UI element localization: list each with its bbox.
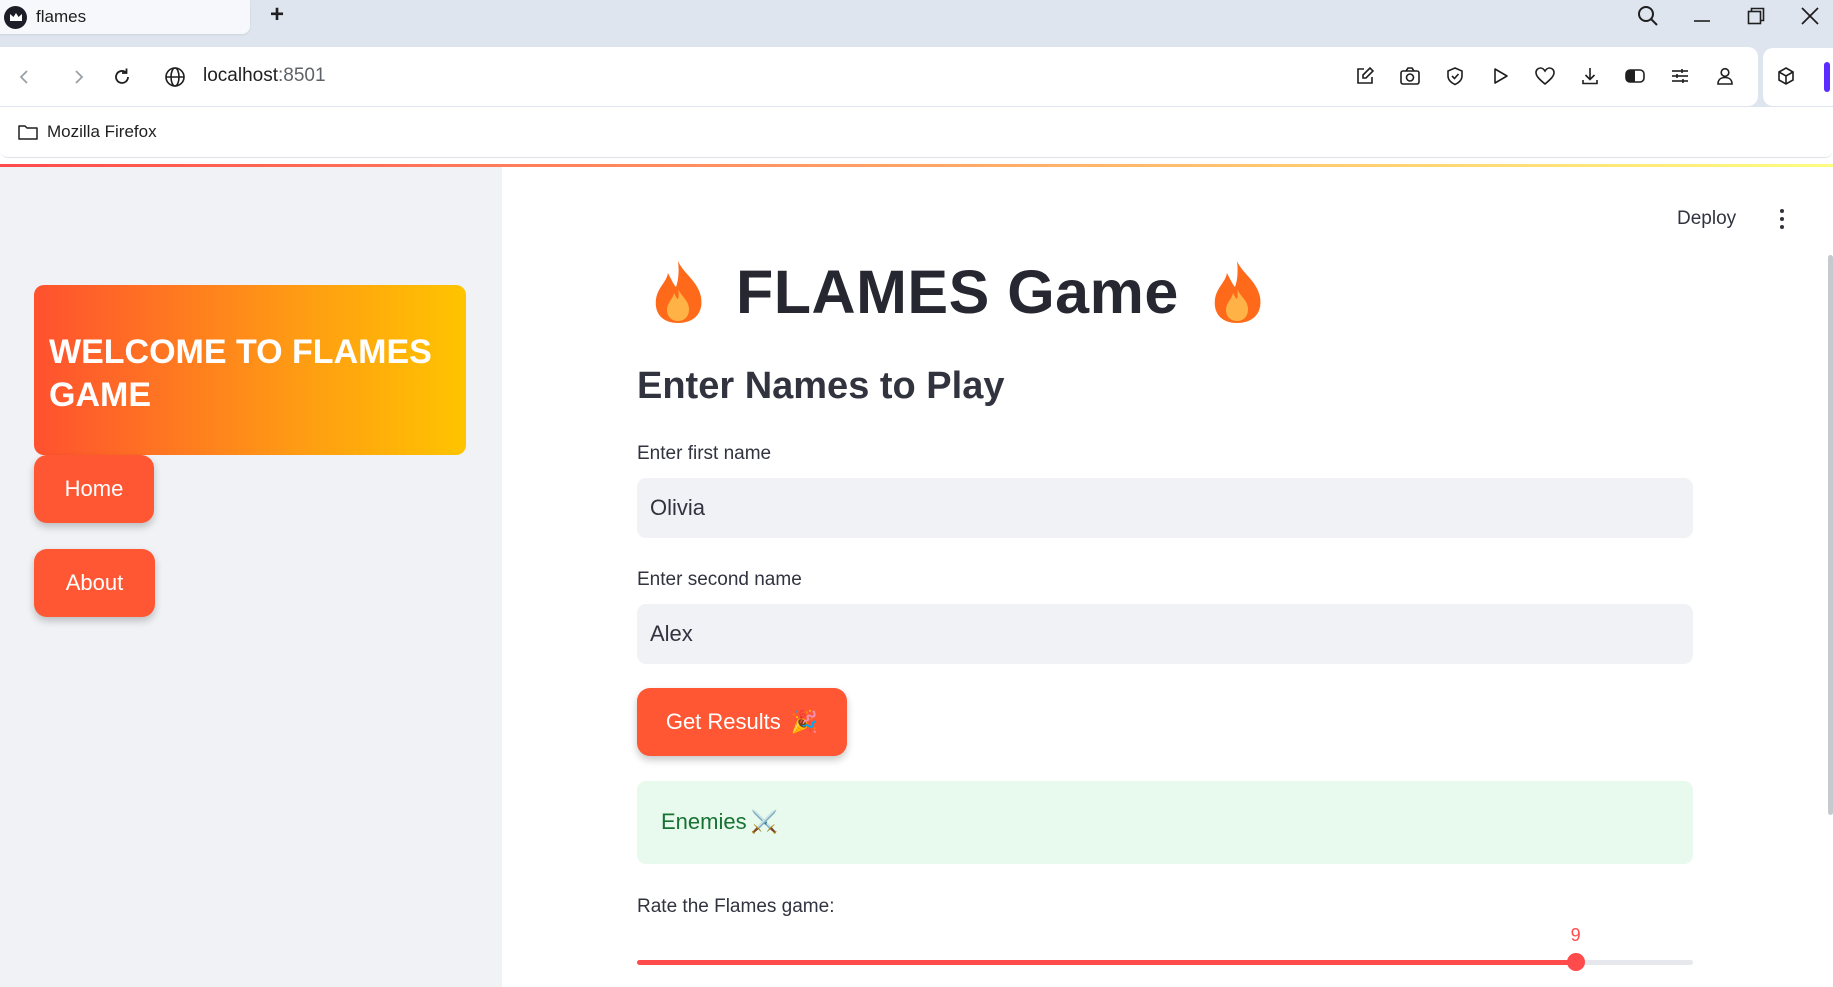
url-text[interactable]: localhost:8501	[203, 65, 326, 87]
rating-slider[interactable]	[637, 953, 1693, 971]
get-results-button[interactable]: Get Results 🎉	[637, 688, 847, 756]
rating-slider-fill	[637, 960, 1576, 965]
deploy-button[interactable]: Deploy	[1677, 208, 1736, 230]
tab-strip: flames +	[0, 0, 1833, 47]
scrollbar[interactable]	[1828, 255, 1833, 815]
home-button[interactable]: Home	[34, 455, 154, 523]
restore-icon[interactable]	[1736, 0, 1776, 32]
url-bar: localhost:8501	[0, 47, 1758, 106]
main-content: Deploy FLAMES Game Enter Names to Play E…	[502, 167, 1833, 987]
bookmark-folder[interactable]: Mozilla Firefox	[18, 122, 157, 142]
party-popper-icon: 🎉	[790, 709, 819, 734]
url-port: :8501	[278, 65, 326, 86]
main-menu-icon[interactable]	[1774, 207, 1790, 231]
page-title: FLAMES Game	[652, 252, 1263, 332]
first-name-input[interactable]	[637, 478, 1693, 538]
about-button[interactable]: About	[34, 549, 155, 617]
reload-icon[interactable]	[107, 62, 137, 92]
result-text: Enemies	[661, 809, 747, 834]
battery-saver-icon[interactable]	[1622, 63, 1648, 89]
edit-icon[interactable]	[1352, 63, 1378, 89]
forward-icon[interactable]	[64, 62, 94, 92]
result-alert: Enemies ⚔️	[637, 781, 1693, 864]
globe-icon[interactable]	[160, 62, 190, 92]
first-name-label: Enter first name	[637, 443, 772, 464]
folder-icon	[18, 125, 38, 140]
extensions-area	[1763, 48, 1833, 106]
rating-slider-thumb[interactable]	[1566, 953, 1585, 971]
welcome-banner: WELCOME TO FLAMES GAME	[34, 285, 466, 455]
url-host: localhost	[203, 65, 278, 86]
tab-title: flames	[36, 7, 87, 26]
rating-value: 9	[1570, 925, 1581, 945]
back-icon[interactable]	[9, 62, 39, 92]
fire-icon	[1214, 261, 1261, 323]
second-name-label: Enter second name	[637, 569, 802, 590]
shield-icon[interactable]	[1442, 63, 1468, 89]
sidebar: WELCOME TO FLAMES GAME Home About	[0, 167, 502, 987]
search-icon[interactable]	[1628, 0, 1668, 32]
navigation-toolbar: localhost:8501	[0, 47, 1833, 107]
minimize-icon[interactable]	[1682, 0, 1722, 32]
bookmarks-bar: Mozilla Firefox	[0, 107, 1833, 158]
subheading: Enter Names to Play	[637, 365, 1005, 407]
crown-icon	[4, 5, 27, 29]
bookmark-folder-label: Mozilla Firefox	[47, 122, 157, 141]
new-tab-button[interactable]: +	[265, 1, 289, 28]
rating-label: Rate the Flames game:	[637, 896, 835, 917]
crossed-swords-icon: ⚔️	[750, 809, 778, 834]
heart-icon[interactable]	[1532, 63, 1558, 89]
account-icon[interactable]	[1712, 63, 1738, 89]
sidebar-toggle-indicator[interactable]	[1824, 62, 1830, 92]
play-icon[interactable]	[1487, 63, 1513, 89]
fire-icon	[655, 261, 702, 323]
browser-tab[interactable]: flames	[0, 0, 250, 34]
settings-sliders-icon[interactable]	[1667, 63, 1693, 89]
title-text: FLAMES Game	[736, 258, 1179, 326]
get-results-label: Get Results	[665, 709, 781, 734]
camera-icon[interactable]	[1397, 63, 1423, 89]
close-icon[interactable]	[1790, 0, 1830, 32]
second-name-input[interactable]	[637, 604, 1693, 664]
extension-cube-icon[interactable]	[1773, 63, 1799, 89]
download-icon[interactable]	[1577, 63, 1603, 89]
